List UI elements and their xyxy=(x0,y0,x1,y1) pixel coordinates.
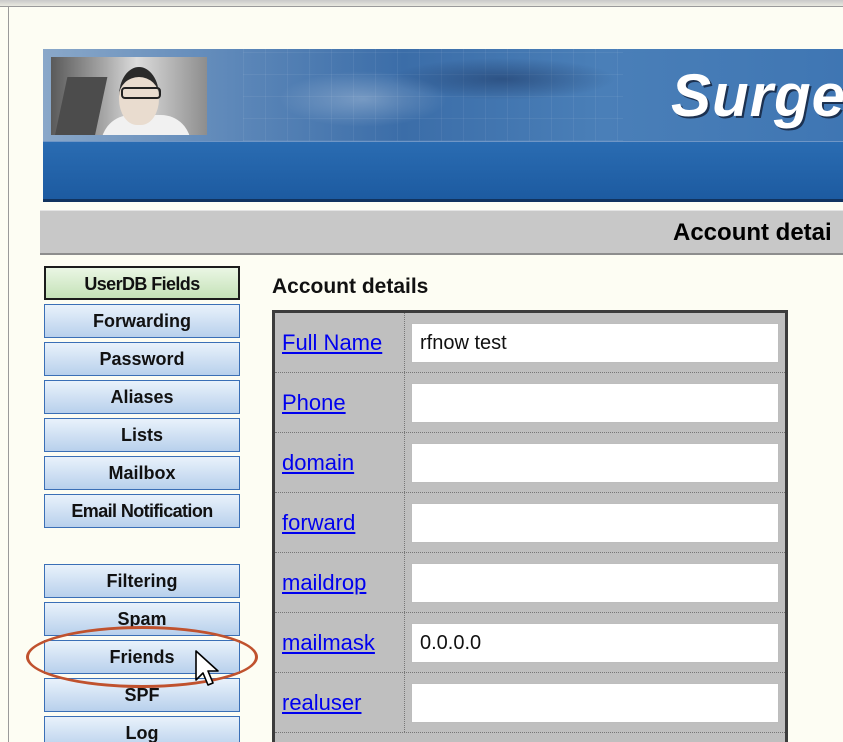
menu-button-friends[interactable]: Friends xyxy=(44,640,240,674)
mailmask-input[interactable] xyxy=(411,623,779,663)
realuser-input[interactable] xyxy=(411,683,779,723)
menu-button-label: Spam xyxy=(117,609,167,629)
field-link-full-name[interactable]: Full Name xyxy=(282,330,382,356)
field-row-mailmask: mailmask xyxy=(275,613,785,673)
menu-button-mailbox[interactable]: Mailbox xyxy=(44,456,240,490)
header-banner: Surge xyxy=(43,49,843,201)
menu-button-label: Log xyxy=(125,723,159,742)
account-details-table: Full Name Phone domain forward maildrop xyxy=(272,310,788,742)
field-row-maildrop: maildrop xyxy=(275,553,785,613)
field-label-cell: mailmask xyxy=(275,613,405,672)
menu-button-label: Mailbox xyxy=(108,463,176,483)
field-row-full-name: Full Name xyxy=(275,313,785,373)
menu-button-label: UserDB Fields xyxy=(84,274,200,294)
menu-button-spf[interactable]: SPF xyxy=(44,678,240,712)
menu-button-label: Password xyxy=(99,349,185,369)
field-link-forward[interactable]: forward xyxy=(282,510,355,536)
menu-button-label: Lists xyxy=(120,425,163,445)
full-name-input[interactable] xyxy=(411,323,779,363)
menu-button-password[interactable]: Password xyxy=(44,342,240,376)
phone-input[interactable] xyxy=(411,383,779,423)
maildrop-input[interactable] xyxy=(411,563,779,603)
menu-button-spam[interactable]: Spam xyxy=(44,602,240,636)
banner-divider xyxy=(43,199,843,202)
field-label-cell: maildrop xyxy=(275,553,405,612)
page: Surge Account detai UserDB Fields Forwar… xyxy=(0,0,843,742)
menu-button-label: Aliases xyxy=(110,387,174,407)
menu-button-label: Filtering xyxy=(106,571,178,591)
menu-button-aliases[interactable]: Aliases xyxy=(44,380,240,414)
field-label-cell: forward xyxy=(275,493,405,552)
field-row-phone: Phone xyxy=(275,373,785,433)
field-row-forward: forward xyxy=(275,493,785,553)
section-title: Account detai xyxy=(673,219,832,246)
menu-button-filtering[interactable]: Filtering xyxy=(44,564,240,598)
menu-button-userdb-fields[interactable]: UserDB Fields xyxy=(44,266,240,300)
menu-button-email-notification[interactable]: Email Notification xyxy=(44,494,240,528)
section-header-bar: Account detai xyxy=(40,210,843,255)
field-label-cell: Full Name xyxy=(275,313,405,372)
field-row-realuser: realuser xyxy=(275,673,785,733)
menu-button-label: Email Notification xyxy=(71,501,213,521)
field-label-cell: Phone xyxy=(275,373,405,432)
field-row-domain: domain xyxy=(275,433,785,493)
field-label-cell: domain xyxy=(275,433,405,492)
window-frame-top xyxy=(0,0,843,7)
menu-button-label: Forwarding xyxy=(93,311,191,331)
menu-button-lists[interactable]: Lists xyxy=(44,418,240,452)
menu-button-forwarding[interactable]: Forwarding xyxy=(44,304,240,338)
banner-bar xyxy=(43,141,843,201)
field-label-cell: realuser xyxy=(275,673,405,732)
content-heading: Account details xyxy=(272,275,429,298)
forward-input[interactable] xyxy=(411,503,779,543)
field-link-phone[interactable]: Phone xyxy=(282,390,346,416)
field-link-domain[interactable]: domain xyxy=(282,450,354,476)
banner-title: Surge xyxy=(671,62,843,129)
banner-photo xyxy=(51,57,207,135)
menu-button-label: SPF xyxy=(124,685,160,705)
field-link-maildrop[interactable]: maildrop xyxy=(282,570,366,596)
domain-input[interactable] xyxy=(411,443,779,483)
menu-button-label: Friends xyxy=(109,647,175,667)
menu-button-log[interactable]: Log xyxy=(44,716,240,742)
window-frame-left xyxy=(8,6,9,742)
field-link-mailmask[interactable]: mailmask xyxy=(282,630,375,656)
banner-graphic: Surge xyxy=(43,49,843,141)
field-link-realuser[interactable]: realuser xyxy=(282,690,361,716)
